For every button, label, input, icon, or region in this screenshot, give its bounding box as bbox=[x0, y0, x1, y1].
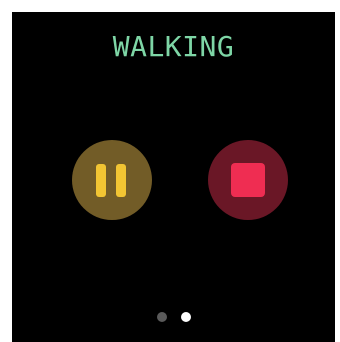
stop-icon bbox=[231, 163, 265, 197]
pause-bar-left bbox=[96, 164, 106, 197]
page-dot-2[interactable] bbox=[180, 312, 191, 322]
watch-screen: WALKING bbox=[12, 12, 335, 342]
pause-bar-right bbox=[116, 164, 126, 197]
page-dot-1[interactable] bbox=[156, 312, 167, 322]
pause-button[interactable] bbox=[72, 140, 152, 220]
page-indicator bbox=[12, 312, 335, 322]
stop-button[interactable] bbox=[208, 140, 288, 220]
activity-title: WALKING bbox=[112, 30, 235, 63]
